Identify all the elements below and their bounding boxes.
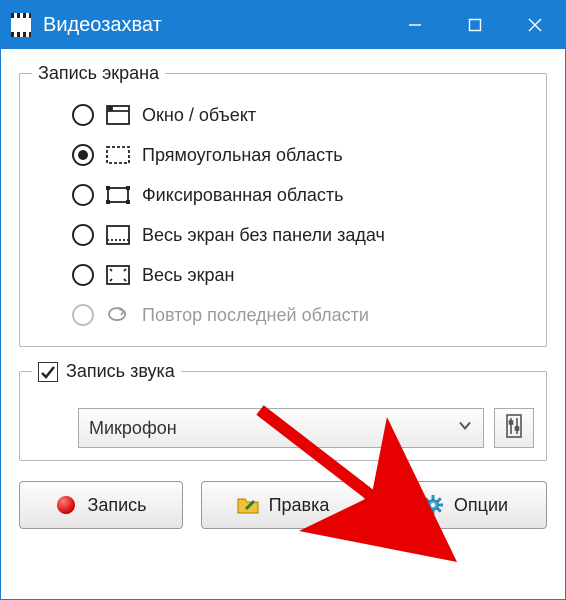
maximize-button[interactable] [445, 1, 505, 49]
mode-rectangle[interactable]: Прямоугольная область [72, 140, 534, 170]
radio-icon [72, 104, 94, 126]
folder-edit-icon [237, 494, 259, 516]
capture-mode-list: Окно / объект Прямоугольная область Фикс… [32, 96, 534, 334]
record-label: Запись [87, 495, 146, 516]
gear-icon [422, 494, 444, 516]
audio-record-label: Запись звука [66, 361, 175, 382]
radio-icon [72, 264, 94, 286]
fixed-rectangle-icon [106, 184, 130, 206]
mode-label: Весь экран [142, 265, 234, 286]
screen-no-taskbar-icon [106, 224, 130, 246]
edit-button[interactable]: Правка [201, 481, 365, 529]
fullscreen-icon [106, 264, 130, 286]
mode-window-object[interactable]: Окно / объект [72, 100, 534, 130]
edit-label: Правка [269, 495, 330, 516]
mode-fullscreen-no-taskbar[interactable]: Весь экран без панели задач [72, 220, 534, 250]
window-icon [106, 104, 130, 126]
mode-fixed-area[interactable]: Фиксированная область [72, 180, 534, 210]
minimize-button[interactable] [385, 1, 445, 49]
dashed-rectangle-icon [106, 144, 130, 166]
window-controls [385, 1, 565, 49]
film-icon [11, 13, 31, 37]
audio-record-checkbox[interactable]: Запись звука [38, 361, 175, 382]
mode-fullscreen[interactable]: Весь экран [72, 260, 534, 290]
mode-label: Прямоугольная область [142, 145, 343, 166]
action-buttons: Запись Правка [19, 481, 547, 529]
chevron-down-icon [457, 418, 473, 439]
repeat-icon [106, 304, 130, 326]
audio-device-selected: Микрофон [89, 418, 177, 439]
titlebar[interactable]: Видеозахват [1, 1, 565, 49]
screen-recording-legend: Запись экрана [32, 63, 165, 84]
options-button[interactable]: Опции [383, 481, 547, 529]
video-capture-window: Видеозахват Запись экрана Окн [0, 0, 566, 600]
window-title: Видеозахват [43, 14, 385, 37]
mode-label: Повтор последней области [142, 305, 369, 326]
mixer-icon [504, 414, 524, 443]
radio-icon [72, 144, 94, 166]
client-area: Запись экрана Окно / объект Прямоугольна… [1, 49, 565, 599]
audio-mixer-button[interactable] [494, 408, 534, 448]
audio-device-row: Микрофон [32, 408, 534, 448]
radio-icon [72, 184, 94, 206]
radio-icon [72, 304, 94, 326]
mode-label: Окно / объект [142, 105, 256, 126]
mode-label: Фиксированная область [142, 185, 344, 206]
options-label: Опции [454, 495, 508, 516]
mode-label: Весь экран без панели задач [142, 225, 385, 246]
checkbox-icon [38, 362, 58, 382]
audio-device-select[interactable]: Микрофон [78, 408, 484, 448]
audio-recording-group: Запись звука Микрофон [19, 361, 547, 461]
record-button[interactable]: Запись [19, 481, 183, 529]
radio-icon [72, 224, 94, 246]
mode-repeat-last: Повтор последней области [72, 300, 534, 330]
record-icon [55, 494, 77, 516]
screen-recording-group: Запись экрана Окно / объект Прямоугольна… [19, 63, 547, 347]
close-button[interactable] [505, 1, 565, 49]
